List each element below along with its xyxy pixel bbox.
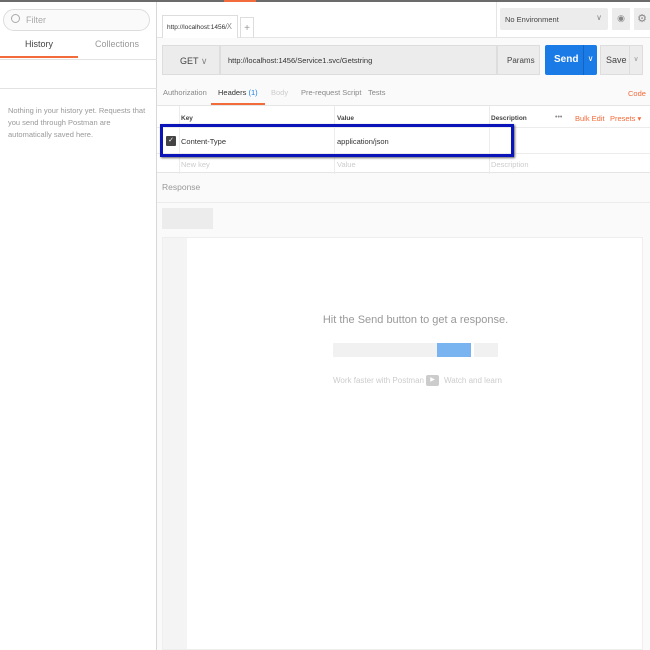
close-icon[interactable]: X — [227, 22, 232, 31]
tab-headers[interactable]: Headers (1) — [218, 88, 258, 97]
url-input[interactable]: http://localhost:1456/Service1.svc/Getst… — [220, 45, 497, 75]
gear-icon[interactable]: ⚙ — [634, 8, 650, 30]
tab-bar: http://localhost:1456/X + No Environment… — [157, 2, 650, 38]
sidebar: Filter History Collections Nothing in yo… — [0, 2, 157, 650]
method-value: GET — [180, 56, 199, 66]
play-icon[interactable]: ▶ — [426, 375, 439, 386]
eye-icon[interactable]: ◉ — [612, 8, 630, 30]
divider — [0, 88, 157, 89]
method-select[interactable]: GET ∨ — [162, 45, 220, 75]
placeholder-bar — [333, 343, 437, 357]
chevron-down-icon[interactable]: ∨ — [583, 45, 597, 75]
column-key: Key — [181, 115, 193, 122]
divider — [157, 202, 650, 203]
headers-count: (1) — [248, 88, 258, 97]
environment-select[interactable]: No Environment ∨ — [500, 8, 608, 30]
environment-value: No Environment — [505, 15, 559, 24]
response-gutter — [163, 238, 187, 649]
code-link[interactable]: Code — [628, 89, 646, 98]
add-tab-button[interactable]: + — [240, 17, 254, 38]
request-tab-label: http://localhost:1456/ — [167, 24, 227, 31]
response-panel: Hit the Send button to get a response. W… — [162, 237, 643, 650]
tab-history[interactable]: History — [0, 39, 78, 49]
tab-tests[interactable]: Tests — [368, 88, 386, 97]
main-panel: http://localhost:1456/X + No Environment… — [157, 2, 650, 650]
save-button[interactable]: Save ∨ — [600, 45, 643, 75]
send-button[interactable]: Send ∨ — [545, 45, 597, 75]
history-empty-message: Nothing in your history yet. Requests th… — [8, 106, 146, 139]
divider — [0, 59, 157, 60]
response-hint: Hit the Send button to get a response. — [322, 314, 509, 326]
response-placeholder-box — [162, 208, 213, 229]
placeholder-bar-blue — [437, 343, 471, 357]
new-description-input[interactable]: Description — [491, 160, 529, 169]
tab-authorization[interactable]: Authorization — [163, 88, 207, 97]
watch-and-learn-link[interactable]: Watch and learn — [444, 376, 502, 385]
bulk-edit-link[interactable]: Bulk Edit — [575, 114, 605, 123]
chevron-down-icon: ∨ — [596, 13, 602, 22]
work-faster-text: Work faster with Postman — [333, 376, 424, 385]
column-value: Value — [337, 115, 354, 122]
new-key-input[interactable]: New key — [181, 160, 210, 169]
response-label: Response — [162, 182, 201, 192]
column-description: Description — [491, 115, 527, 122]
filter-placeholder: Filter — [26, 15, 46, 25]
divider — [496, 2, 497, 38]
params-button[interactable]: Params — [497, 45, 540, 75]
new-value-input[interactable]: Value — [337, 160, 356, 169]
save-label: Save — [606, 55, 627, 65]
send-label: Send — [554, 54, 579, 65]
placeholder-bar — [474, 343, 498, 357]
highlight-box — [160, 124, 514, 157]
filter-input[interactable]: Filter — [3, 9, 150, 31]
tab-prerequest-script[interactable]: Pre-request Script — [301, 88, 361, 97]
request-tab[interactable]: http://localhost:1456/X — [162, 15, 238, 38]
presets-dropdown[interactable]: Presets ▾ — [610, 114, 641, 123]
chevron-down-icon[interactable]: ∨ — [629, 46, 642, 74]
search-icon — [11, 14, 20, 23]
more-options-icon[interactable]: ••• — [555, 114, 562, 121]
active-tab-underline — [0, 56, 78, 58]
tab-collections[interactable]: Collections — [78, 39, 156, 49]
tab-body[interactable]: Body — [271, 88, 288, 97]
tab-headers-label: Headers — [218, 88, 247, 97]
chevron-down-icon: ∨ — [200, 56, 208, 66]
